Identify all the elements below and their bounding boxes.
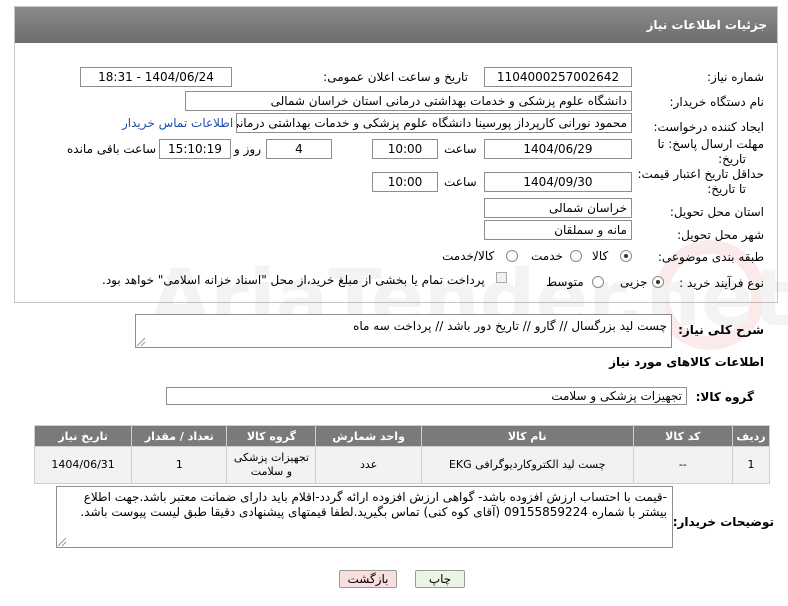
category-radio-goods-service[interactable]: [506, 250, 518, 262]
process-option-minor: جزیی: [620, 275, 648, 289]
goods-group-field: تجهیزات پزشکی و سلامت: [166, 387, 687, 405]
col-group-header: گروه کالا: [226, 425, 317, 447]
col-row-header: ردیف: [731, 425, 771, 447]
cell-code: --: [632, 446, 733, 484]
cell-unit: عدد: [315, 446, 422, 484]
page-title: جزئیات اطلاعات نیاز: [15, 7, 777, 43]
need-number-label: شماره نیاز:: [707, 70, 764, 84]
cell-row: 1: [731, 446, 771, 484]
col-unit-header: واحد شمارش: [315, 425, 422, 447]
goods-table: ردیف کد کالا نام کالا واحد شمارش گروه کا…: [33, 425, 771, 484]
process-radio-minor[interactable]: [652, 276, 664, 288]
buyer-org-label: نام دستگاه خریدار:: [669, 95, 765, 109]
buyer-contact-link[interactable]: اطلاعات تماس خریدار: [122, 116, 233, 130]
remaining-label: ساعت باقی مانده: [67, 142, 157, 156]
table-header-row: ردیف کد کالا نام کالا واحد شمارش گروه کا…: [33, 425, 771, 447]
resize-grip-icon[interactable]: [57, 537, 67, 547]
days-label: روز و: [234, 142, 261, 156]
cell-qty: 1: [131, 446, 228, 484]
category-option-goods: کالا: [592, 249, 609, 263]
goods-section-title: اطلاعات کالاهای مورد نیاز: [609, 355, 764, 369]
validity-time-field: 10:00: [372, 172, 438, 192]
process-option-medium: متوسط: [546, 275, 584, 289]
validity-time-label: ساعت: [444, 175, 477, 189]
table-row: 1 -- چست لید الکتروکاردیوگرافی EKG عدد ت…: [33, 446, 771, 484]
resize-grip-icon[interactable]: [136, 337, 146, 347]
province-field: خراسان شمالی: [484, 198, 632, 218]
days-field: 4: [266, 139, 332, 159]
requester-label: ایجاد کننده درخواست:: [653, 120, 764, 134]
description-textarea[interactable]: چست لید بزرگسال // گارو // تاریخ دور باش…: [135, 314, 672, 348]
deadline-label-1: مهلت ارسال پاسخ: تا: [657, 137, 764, 151]
city-label: شهر محل تحویل:: [677, 228, 764, 242]
description-label: شرح کلی نیاز:: [678, 323, 764, 337]
cell-group: تجهیزات پزشکی و سلامت: [226, 446, 317, 484]
city-field: مانه و سملقان: [484, 220, 632, 240]
cell-name: چست لید الکتروکاردیوگرافی EKG: [420, 446, 634, 484]
province-label: استان محل تحویل:: [669, 205, 764, 219]
process-radio-medium[interactable]: [592, 276, 604, 288]
deadline-time-field: 10:00: [372, 139, 438, 159]
category-radio-goods[interactable]: [620, 250, 632, 262]
validity-date-field: 1404/09/30: [484, 172, 632, 192]
col-date-header: تاریخ نیاز: [33, 425, 133, 447]
category-option-goods-service: کالا/خدمت: [442, 249, 495, 263]
deadline-time-label: ساعت: [444, 142, 477, 156]
validity-label-1: حداقل تاریخ اعتبار قیمت:: [637, 167, 764, 181]
print-button[interactable]: چاپ: [415, 570, 465, 588]
buyer-notes-textarea[interactable]: -قیمت با احتساب ارزش افزوده باشد- گواهی …: [56, 486, 673, 548]
col-name-header: نام کالا: [420, 425, 634, 447]
announce-label: تاریخ و ساعت اعلان عمومی:: [323, 70, 468, 84]
cell-date: 1404/06/31: [33, 446, 133, 484]
back-button[interactable]: بازگشت: [339, 570, 397, 588]
buyer-notes-label: توضیحات خریدار:: [672, 515, 774, 529]
validity-label-2: تا تاریخ:: [707, 182, 746, 196]
col-code-header: کد کالا: [632, 425, 733, 447]
deadline-label-2: تاریخ:: [718, 152, 746, 166]
col-qty-header: تعداد / مقدار: [131, 425, 228, 447]
process-label: نوع فرآیند خرید :: [679, 276, 764, 290]
category-option-service: خدمت: [531, 249, 563, 263]
need-number-field: 1104000257002642: [484, 67, 632, 87]
buyer-org-field: دانشگاه علوم پزشکی و خدمات بهداشتی درمان…: [185, 91, 632, 111]
deadline-date-field: 1404/06/29: [484, 139, 632, 159]
requester-field: محمود نورانی کارپرداز پورسینا دانشگاه عل…: [236, 113, 632, 133]
goods-group-label: گروه کالا:: [695, 390, 754, 404]
announce-field: 1404/06/24 - 18:31: [80, 67, 232, 87]
category-label: طبقه بندی موضوعی:: [657, 250, 764, 264]
remaining-time-field: 15:10:19: [159, 139, 231, 159]
treasury-payment-checkbox[interactable]: [496, 272, 507, 283]
treasury-payment-note: پرداخت تمام یا بخشی از مبلغ خرید،از محل …: [102, 273, 485, 287]
category-radio-service[interactable]: [570, 250, 582, 262]
